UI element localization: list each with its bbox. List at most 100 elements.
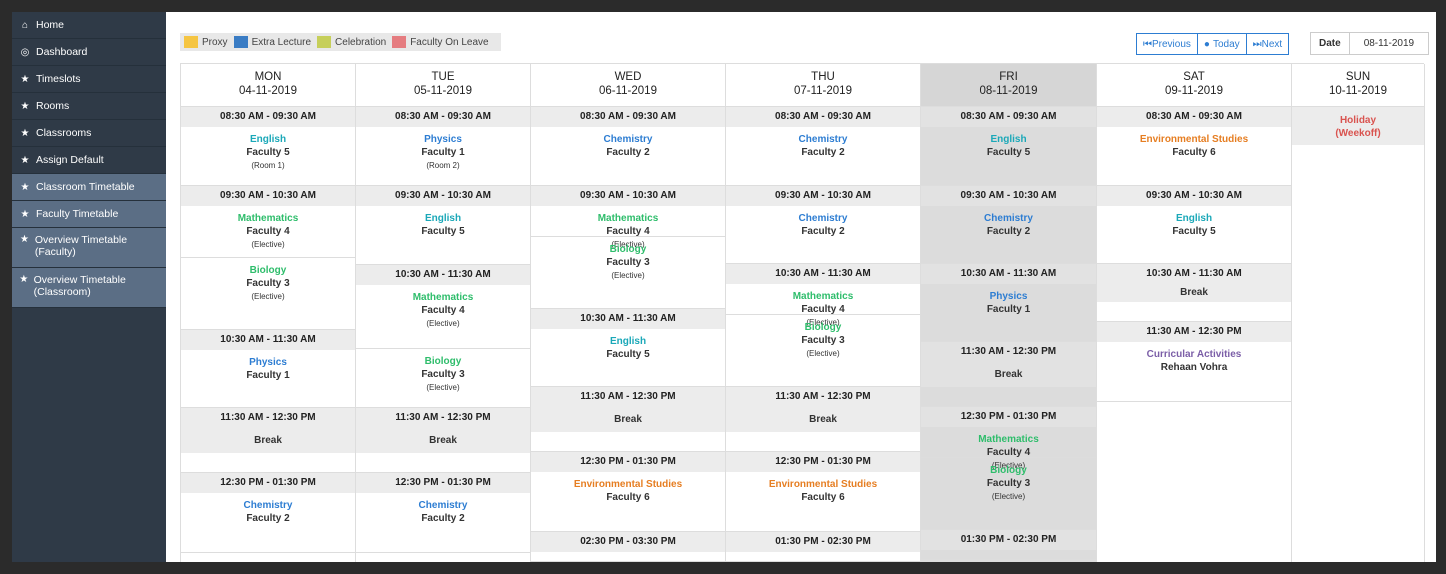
lecture-cell[interactable]: Biology Faculty 3 (Elective) (531, 237, 725, 282)
lecture-cell[interactable]: English Faculty 5 (Room 1) (181, 127, 355, 172)
lecture-cell[interactable]: Physics Faculty 1 (181, 350, 355, 382)
faculty-name: Faculty 2 (801, 226, 845, 237)
sidebar-item-classrooms[interactable]: ★ Classrooms (12, 120, 166, 147)
timeslot: 12:30 PM - 01:30 PM Chemistry Faculty 2 (181, 473, 355, 553)
timeslot: 12:30 PM - 01:30 PM Mathematics Faculty 4(… (921, 407, 1096, 470)
timeslot-time: 08:30 AM - 09:30 AM (921, 107, 1096, 127)
lecture-cell[interactable]: English Faculty 5 (531, 329, 725, 361)
lecture-cell[interactable]: Chemistry Faculty 2 (356, 493, 530, 525)
today-label: Today (1212, 38, 1240, 50)
sidebar-item-timeslots[interactable]: ★ Timeslots (12, 66, 166, 93)
sidebar-item-assign-default[interactable]: ★ Assign Default (12, 147, 166, 174)
skip-back-icon: ⏮ (1143, 38, 1152, 50)
timeslot-time: 01:30 PM - 02:30 PM (726, 532, 920, 552)
legend-faculty-on-leave: Faculty On Leave (392, 36, 489, 48)
sidebar-item-label: Classroom Timetable (36, 181, 135, 193)
timeslot: 08:30 AM - 09:30 AM Environmental Studies… (1097, 107, 1291, 186)
star-icon: ★ (20, 100, 30, 112)
lecture-cell[interactable]: Chemistry Faculty 2 (726, 127, 920, 159)
day-header: SAT 09-11-2019 (1097, 64, 1291, 107)
faculty-name: Faculty 5 (986, 147, 1031, 158)
legend-swatch (184, 36, 198, 48)
day-date: 10-11-2019 (1329, 85, 1387, 97)
lecture-cell[interactable]: Biology Faculty 3 (Elective) (726, 315, 920, 360)
lecture-cell[interactable]: Chemistry Faculty 2 (726, 206, 920, 238)
day-date: 07-11-2019 (794, 85, 852, 97)
timeslot: 12:30 PM - 01:30 PM Chemistry Faculty 2 (356, 473, 530, 553)
lecture-cell[interactable]: Physics Faculty 1 (Room 2) (356, 127, 530, 172)
lecture-cell[interactable]: Biology Faculty 3 (Elective) (921, 458, 1096, 503)
sidebar-item-classroom-timetable[interactable]: ★ Classroom Timetable (12, 174, 166, 201)
timeslot-time: 01:30 PM - 02:30 PM (921, 530, 1096, 550)
lecture-cell[interactable]: Physics Faculty 1 (921, 284, 1096, 316)
sidebar-item-dashboard[interactable]: ◎ Dashboard (12, 39, 166, 66)
day-header: MON 04-11-2019 (181, 64, 355, 107)
lecture-cell[interactable]: Environmental Studies Faculty 6 (726, 472, 920, 504)
sidebar-item-rooms[interactable]: ★ Rooms (12, 93, 166, 120)
timeslot: 12:30 PM - 01:30 PM Environmental Studies… (531, 452, 725, 532)
lecture-cell[interactable]: Biology Faculty 3 (Elective) (356, 349, 530, 394)
timeslot: 09:30 AM - 10:30 AM English Faculty 5 (356, 186, 530, 265)
faculty-name: Faculty 5 (1172, 226, 1216, 237)
faculty-name: Faculty 1 (421, 147, 465, 158)
lecture-cell[interactable]: Mathematics Faculty 4 (Elective) (181, 206, 355, 251)
timeslot: 11:30 AM - 12:30 PM Break (726, 387, 920, 452)
timeslot: 09:30 AM - 10:30 AM English Faculty 5 (1097, 186, 1291, 264)
legend-label: Proxy (202, 36, 228, 48)
date-picker[interactable]: Date 08-11-2019 (1310, 32, 1430, 55)
lecture-cell[interactable]: Chemistry Faculty 2 (181, 493, 355, 525)
lecture-cell[interactable]: Environmental Studies Faculty 6 (1097, 127, 1291, 159)
sidebar-item-faculty-timetable[interactable]: ★ Faculty Timetable (12, 201, 166, 228)
lecture-cell[interactable]: Chemistry Faculty 2 (921, 206, 1096, 238)
day-column-sat: SAT 09-11-2019 08:30 AM - 09:30 AM Environm… (1097, 64, 1292, 562)
lecture-note: (Elective) (426, 319, 460, 328)
subject-name: Environmental Studies (1139, 134, 1249, 145)
star-icon: ★ (20, 208, 30, 220)
subject-name: Physics (989, 291, 1028, 302)
next-button[interactable]: ⏭ Next (1246, 33, 1290, 55)
subject-name: Mathematics (412, 292, 474, 303)
timeslot: 01:30 PM - 02:30 PM (726, 532, 920, 562)
lecture-note: (Room 1) (251, 161, 285, 170)
faculty-name: Rehaan Vohra (1160, 362, 1228, 373)
timeslot: 10:30 AM - 11:30 AM Break (1097, 264, 1291, 322)
lecture-cell[interactable]: Mathematics Faculty 4 (Elective) (356, 285, 530, 330)
faculty-name: Faculty 2 (986, 226, 1031, 237)
legend-label: Extra Lecture (251, 36, 312, 48)
star-icon: ★ (19, 274, 29, 285)
lecture-cell[interactable]: English Faculty 5 (921, 127, 1096, 159)
lecture-cell[interactable]: English Faculty 5 (1097, 206, 1291, 238)
previous-button[interactable]: ⏮ Previous (1136, 33, 1198, 55)
sidebar-item-overview-classroom[interactable]: ★ Overview Timetable (Classroom) (12, 268, 166, 308)
subject-name: English (424, 213, 462, 224)
faculty-name: Faculty 3 (801, 335, 845, 346)
timeslot-time: 08:30 AM - 09:30 AM (531, 107, 725, 127)
today-button[interactable]: ● Today (1197, 33, 1247, 55)
timeslot-time: 10:30 AM - 11:30 AM (181, 330, 355, 350)
break-cell: Break (531, 407, 725, 432)
timeslot-time: 11:30 AM - 12:30 PM (921, 342, 1096, 362)
lecture-cell[interactable]: Curricular Activities Rehaan Vohra (1097, 342, 1291, 374)
lecture-cell[interactable]: English Faculty 5 (356, 206, 530, 238)
subject-name: Environmental Studies (768, 479, 878, 490)
timeslot: Biology Faculty 3 (Elective) (181, 258, 355, 330)
sidebar-item-overview-faculty[interactable]: ★ Overview Timetable (Faculty) (12, 228, 166, 268)
subject-name: Biology (424, 356, 462, 367)
timeslot: 08:30 AM - 09:30 AM English Faculty 5 (Room… (181, 107, 355, 186)
timeslot: 09:30 AM - 10:30 AM Chemistry Faculty 2 (921, 186, 1096, 264)
subject-name: Biology (249, 265, 287, 276)
lecture-cell[interactable]: Biology Faculty 3 (Elective) (181, 258, 355, 303)
day-date: 04-11-2019 (239, 85, 297, 97)
subject-name: English (990, 134, 1027, 145)
sidebar-item-home[interactable]: ⌂ Home (12, 12, 166, 39)
day-header: SUN 10-11-2019 (1292, 64, 1424, 107)
date-input[interactable]: 08-11-2019 (1350, 33, 1428, 54)
subject-name: Biology (990, 465, 1027, 476)
legend-swatch (317, 36, 332, 48)
legend-label: Celebration (335, 36, 387, 48)
subject-name: English (609, 336, 647, 347)
lecture-cell[interactable]: Environmental Studies Faculty 6 (531, 472, 725, 504)
lecture-cell[interactable]: Chemistry Faculty 2 (531, 127, 725, 159)
subject-name: English (249, 134, 287, 145)
timeslot: 11:30 AM - 12:30 PM Break (356, 408, 530, 473)
